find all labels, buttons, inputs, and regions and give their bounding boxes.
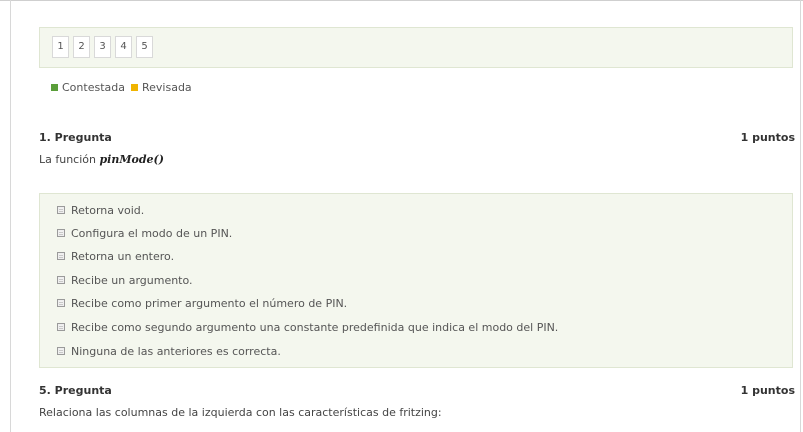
question-1-function-name: pinMode() <box>99 153 164 166</box>
page-button-4[interactable]: 4 <box>115 36 132 58</box>
left-border <box>10 0 11 432</box>
option-3[interactable]: Retorna un entero. <box>57 248 174 264</box>
page-button-1[interactable]: 1 <box>52 36 69 58</box>
question-navigation: 1 2 3 4 5 <box>39 27 793 68</box>
option-2-label: Configura el modo de un PIN. <box>71 226 233 240</box>
option-2[interactable]: Configura el modo de un PIN. <box>57 225 232 241</box>
question-1-points: 1 puntos <box>740 131 795 144</box>
option-5-label: Recibe como primer argumento el número d… <box>71 296 348 310</box>
page-button-3[interactable]: 3 <box>94 36 111 58</box>
checkbox-icon[interactable] <box>57 323 65 331</box>
question-1-text: La función pinMode() <box>39 153 164 166</box>
reviewed-swatch <box>130 83 138 91</box>
question-1-title: 1. Pregunta <box>39 131 112 144</box>
option-6[interactable]: Recibe como segundo argumento una consta… <box>57 319 558 335</box>
question-5-title: 5. Pregunta <box>39 384 112 397</box>
answered-label: Contestada <box>62 80 125 94</box>
option-4-label: Recibe un argumento. <box>71 273 193 287</box>
question-1-text-prefix: La función <box>39 153 100 166</box>
checkbox-icon[interactable] <box>57 299 65 307</box>
answered-swatch <box>51 83 58 91</box>
checkbox-icon[interactable] <box>57 347 65 355</box>
option-1[interactable]: Retorna void. <box>57 202 144 218</box>
question-1-options: Retorna void. Configura el modo de un PI… <box>39 193 793 368</box>
option-7-label: Ninguna de las anteriores es correcta. <box>71 344 281 358</box>
page-button-5[interactable]: 5 <box>136 36 153 58</box>
checkbox-icon[interactable] <box>57 229 65 237</box>
option-6-label: Recibe como segundo argumento una consta… <box>71 320 559 334</box>
option-7[interactable]: Ninguna de las anteriores es correcta. <box>57 343 281 359</box>
reviewed-label: Revisada <box>141 80 192 94</box>
option-1-label: Retorna void. <box>71 203 145 217</box>
option-5[interactable]: Recibe como primer argumento el número d… <box>57 295 347 311</box>
option-3-label: Retorna un entero. <box>71 249 175 263</box>
checkbox-icon[interactable] <box>57 276 65 284</box>
page-button-2[interactable]: 2 <box>73 36 90 58</box>
right-border <box>800 0 801 432</box>
checkbox-icon[interactable] <box>57 206 65 214</box>
question-5-points: 1 puntos <box>740 384 795 397</box>
checkbox-icon[interactable] <box>57 252 65 260</box>
question-5-text: Relaciona las columnas de la izquierda c… <box>39 406 442 419</box>
status-legend: Contestada Revisada <box>51 80 198 94</box>
option-4[interactable]: Recibe un argumento. <box>57 272 193 288</box>
top-border <box>0 0 803 1</box>
